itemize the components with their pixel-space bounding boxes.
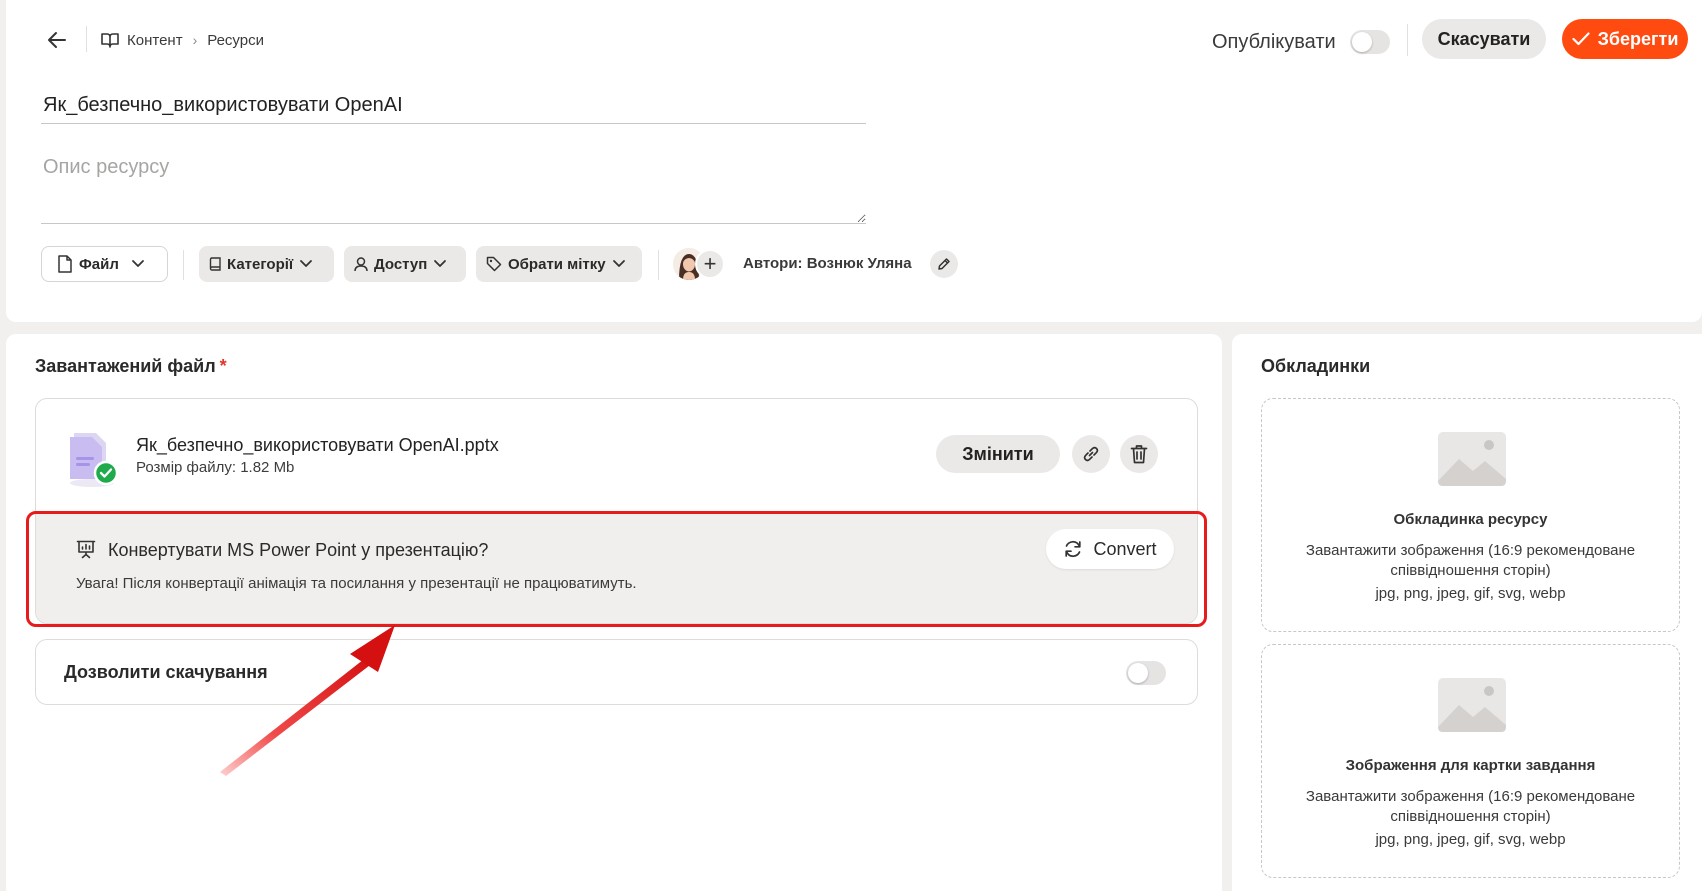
edit-authors-button[interactable] bbox=[930, 250, 958, 278]
divider bbox=[1407, 24, 1408, 56]
plus-icon: + bbox=[703, 251, 717, 276]
publish-control: Опублікувати bbox=[1212, 27, 1390, 57]
resource-cover-upload[interactable]: Обкладинка ресурсу Завантажити зображенн… bbox=[1261, 398, 1680, 632]
tag-label: Обрати мітку bbox=[508, 255, 606, 273]
categories-label: Категорії bbox=[227, 255, 294, 273]
book-icon bbox=[209, 256, 221, 271]
chevron-right-icon: › bbox=[192, 32, 198, 48]
breadcrumb-resources[interactable]: Ресурси bbox=[207, 32, 264, 49]
covers-panel: Обкладинки Обкладинка ресурсу Завантажит… bbox=[1232, 334, 1702, 891]
convert-button[interactable]: Convert bbox=[1046, 529, 1174, 569]
file-type-dropdown[interactable]: Файл bbox=[41, 246, 168, 282]
breadcrumb: Контент › Ресурси bbox=[101, 29, 264, 51]
chevron-down-icon bbox=[434, 260, 447, 267]
allow-download-toggle[interactable] bbox=[1126, 661, 1166, 685]
resource-toolbar: Файл Категорії Доступ Обрати мітку + Авт… bbox=[41, 246, 958, 284]
add-author-button[interactable]: + bbox=[695, 249, 725, 279]
image-placeholder-icon bbox=[1438, 432, 1506, 486]
trash-icon bbox=[1130, 445, 1148, 464]
allow-download-label: Дозволити скачування bbox=[64, 662, 268, 682]
save-button[interactable]: Зберегти bbox=[1562, 19, 1688, 59]
presentation-file-icon bbox=[70, 433, 119, 487]
convert-prompt: Конвертувати MS Power Point у презентаці… bbox=[36, 513, 1197, 623]
check-icon bbox=[1571, 32, 1590, 46]
file-card: Як_безпечно_використовувати OpenAI.pptx … bbox=[35, 398, 1198, 624]
chevron-down-icon bbox=[300, 260, 313, 267]
resource-header-panel: Контент › Ресурси Опублікувати Скасувати… bbox=[6, 0, 1702, 322]
cover-formats: jpg, png, jpeg, gif, svg, webp bbox=[1375, 831, 1566, 848]
pencil-icon bbox=[938, 258, 950, 270]
description-input[interactable] bbox=[41, 150, 866, 224]
chevron-down-icon bbox=[612, 260, 625, 267]
divider bbox=[658, 250, 659, 280]
image-placeholder-icon bbox=[1438, 678, 1506, 732]
authors-text: Автори: Вознюк Уляна bbox=[743, 255, 912, 272]
convert-title: Конвертувати MS Power Point у презентаці… bbox=[108, 540, 489, 560]
change-file-button[interactable]: Змінити bbox=[936, 435, 1060, 473]
task-card-image-upload[interactable]: Зображення для картки завдання Завантажи… bbox=[1261, 644, 1680, 878]
cover-description: Завантажити зображення (16:9 рекомендова… bbox=[1305, 542, 1636, 579]
publish-toggle[interactable] bbox=[1349, 30, 1390, 54]
convert-warning: Увага! Після конвертації анімація та пос… bbox=[76, 575, 637, 592]
uploaded-file-panel: Завантажений файл * Як_безпечно_використо… bbox=[6, 334, 1222, 891]
book-icon bbox=[101, 33, 119, 48]
chevron-down-icon bbox=[132, 260, 144, 267]
cover-title: Обкладинка ресурсу bbox=[1393, 511, 1548, 528]
arrow-left-icon bbox=[48, 32, 66, 48]
access-dropdown[interactable]: Доступ bbox=[344, 246, 466, 282]
convert-label: Convert bbox=[1093, 538, 1157, 559]
uploaded-file-title: Завантажений файл * bbox=[35, 356, 227, 377]
cover-title: Зображення для картки завдання bbox=[1345, 757, 1596, 774]
cover-formats: jpg, png, jpeg, gif, svg, webp bbox=[1375, 585, 1566, 602]
cancel-button[interactable]: Скасувати bbox=[1422, 19, 1546, 59]
save-label: Зберегти bbox=[1597, 28, 1679, 49]
file-name: Як_безпечно_використовувати OpenAI.pptx bbox=[136, 435, 499, 455]
covers-title: Обкладинки bbox=[1261, 356, 1371, 376]
divider bbox=[183, 250, 184, 280]
title-input[interactable] bbox=[41, 88, 866, 124]
allow-download-row: Дозволити скачування bbox=[35, 639, 1198, 705]
tag-dropdown[interactable]: Обрати мітку bbox=[476, 246, 642, 282]
uploaded-file-title-text: Завантажений файл bbox=[35, 356, 216, 376]
publish-label: Опублікувати bbox=[1212, 30, 1336, 53]
file-type-label: Файл bbox=[79, 255, 119, 273]
divider bbox=[86, 26, 87, 52]
file-size: Розмір файлу: 1.82 Mb bbox=[136, 459, 295, 476]
copy-link-button[interactable] bbox=[1072, 435, 1110, 473]
presentation-icon bbox=[76, 540, 96, 559]
categories-dropdown[interactable]: Категорії bbox=[199, 246, 334, 282]
page: Контент › Ресурси Опублікувати Скасувати… bbox=[0, 0, 1702, 891]
file-row: Як_безпечно_використовувати OpenAI.pptx … bbox=[36, 399, 1197, 511]
file-icon bbox=[58, 255, 72, 273]
refresh-icon bbox=[1065, 540, 1082, 558]
cover-description: Завантажити зображення (16:9 рекомендова… bbox=[1305, 788, 1636, 825]
access-label: Доступ bbox=[374, 255, 428, 273]
back-button[interactable] bbox=[44, 27, 70, 53]
required-mark: * bbox=[219, 356, 227, 376]
delete-file-button[interactable] bbox=[1120, 435, 1158, 473]
tag-icon bbox=[486, 256, 502, 272]
user-icon bbox=[354, 256, 368, 271]
breadcrumb-content[interactable]: Контент bbox=[127, 32, 183, 49]
link-icon bbox=[1083, 446, 1099, 462]
